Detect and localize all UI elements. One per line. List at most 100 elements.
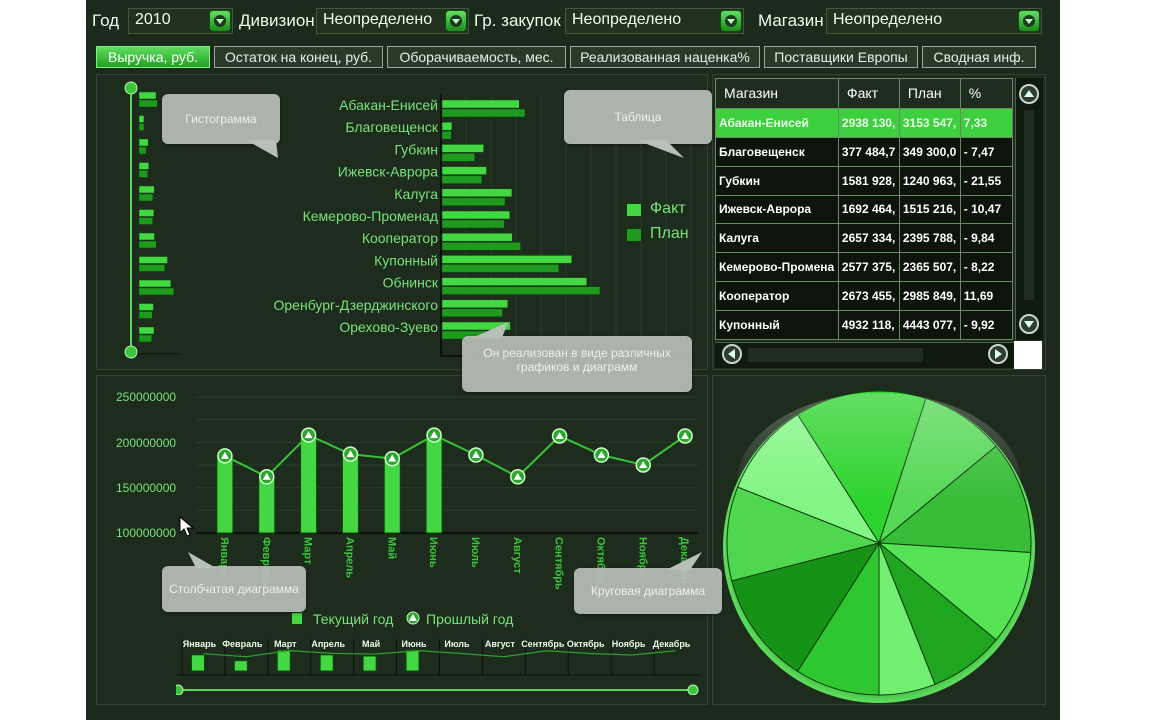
callout-text: Он реализован в виде различных графиков … [483,346,671,374]
mini-bar [138,279,172,288]
cell: Благовещенск [715,136,839,167]
tab-summary[interactable]: Сводная инф. [922,46,1036,68]
cell: - 7,47 [959,136,1014,167]
bar-current-year [300,437,318,534]
bar-fact [441,166,487,175]
cell: 1240 963, [898,165,961,196]
bar-plan [441,197,506,207]
division-value: Неопределено [323,11,433,28]
bar-plan [441,264,560,273]
mini-bar [138,162,150,170]
division-combo[interactable]: Неопределено [316,8,469,34]
bar-current-year [341,455,359,534]
table-row[interactable]: Губкин 1581 928, 1240 963, - 21,55 [715,165,1014,196]
callout-text: Столбчатая диаграмма [169,582,299,596]
year-value: 2010 [135,11,171,28]
bar-plan [441,286,601,295]
mini-bar [138,115,145,123]
cell: 1581 928, [837,165,900,196]
bar-current-year [216,455,234,534]
legend-current-year-label: Текущий год [313,611,394,627]
month-label: Апрель [343,537,355,578]
mini-bar [233,660,248,672]
mini-bar [405,649,420,672]
cell: Кооператор [715,281,839,312]
cell: 1692 464, [837,194,900,225]
tab-stock-end[interactable]: Остаток на конец, руб. [214,46,383,68]
bar-plan [441,175,483,184]
table-row[interactable]: Кооператор 2673 455, 2985 849, 11,69 [715,281,1014,312]
table-row[interactable]: Кемерово-Промена 2577 375, 2365 507, - 8,22 [715,252,1014,283]
store-combo[interactable]: Неопределено [826,8,1042,34]
tab-turnover[interactable]: Оборачиваемость, мес. [387,46,566,68]
mini-bar [138,146,147,155]
cell: 2577 375, [837,252,900,283]
tab-europe-suppliers[interactable]: Поставщики Европы [764,46,918,68]
column-header-percent[interactable]: % [959,78,1014,109]
scroll-left-icon[interactable] [722,344,742,364]
bar-plan [441,153,475,162]
category-label: Кооператор [362,230,438,246]
mini-bar [138,209,155,217]
stores-table: Магазин Факт План % Абакан-Енисей 2938 13… [715,78,1014,340]
month-label: Март [302,537,314,565]
cell: 2673 455, [837,281,900,312]
cell: - 8,22 [959,252,1014,283]
navigator-handle-icon[interactable] [176,684,184,695]
table-row[interactable]: Благовещенск 377 484,7 349 300,0- 7,47 [715,136,1014,167]
mini-bar [138,256,168,264]
dropdown-arrow-icon[interactable] [445,10,467,32]
store-label: Магазин [758,11,824,30]
navigator-handle-icon[interactable] [124,345,138,359]
mini-month-label: Июль [444,639,470,649]
year-label: Год [92,11,120,30]
month-label: Июль [469,537,481,568]
mini-bar [138,99,158,108]
tab-revenue[interactable]: Выручка, руб. [96,46,210,68]
column-header-store[interactable]: Магазин [715,78,839,109]
cell: - 9,84 [959,223,1014,254]
purchase-group-label: Гр. закупок [474,11,561,30]
tab-markup[interactable]: Реализованная наценка% [570,46,760,68]
table-row[interactable]: Купонный 4932 118, 4443 077, - 9,92 [715,310,1014,340]
bar-fact [441,299,509,309]
mini-month-label: Декабрь [653,639,691,649]
cell: 4443 077, [898,310,961,340]
table-row[interactable]: Абакан-Енисей 2938 130, 3153 547, 7,33 [715,107,1014,138]
purchase-group-combo[interactable]: Неопределено [565,8,744,34]
table-hscroll-thumb[interactable] [748,348,923,362]
bar-fact [441,232,513,242]
table-row[interactable]: Ижевск-Аврора 1692 464, 1515 216, - 10,47 [715,194,1014,225]
dropdown-arrow-icon[interactable] [720,10,742,32]
bar-current-year [258,478,276,534]
line-last-year [224,433,686,479]
scroll-corner [1014,341,1042,369]
month-label: Август [511,537,523,574]
column-header-plan[interactable]: План [898,78,961,109]
table-row[interactable]: Калуга 2657 334, 2395 788, - 9,84 [715,223,1014,254]
pie-gloss [737,393,1021,573]
callout-pointer [666,552,702,570]
scroll-right-icon[interactable] [988,344,1008,364]
callout-pointer [636,140,684,158]
bar-plan [441,241,521,251]
cell: - 10,47 [959,194,1014,225]
table-scroll-thumb[interactable] [1024,110,1034,300]
navigator-handle-icon[interactable] [687,684,699,695]
bar-fact [441,188,513,198]
category-label: Орехово-Зуево [339,319,438,335]
column-header-fact[interactable]: Факт [837,78,900,109]
scroll-up-icon[interactable] [1019,84,1039,104]
navigator-handle-icon[interactable] [124,81,138,95]
dropdown-arrow-icon[interactable] [209,10,231,32]
mini-month-label: Апрель [311,639,345,649]
year-combo[interactable]: 2010 [128,8,233,34]
bar-plan [441,108,526,118]
cell: 2938 130, [837,107,900,138]
callout-histogram: Гистограмма [162,94,280,144]
mini-month-label: Июнь [401,639,427,649]
range-navigator[interactable]: Январь Февраль Март Апрель Май Июнь Июль Август… [176,635,706,695]
scroll-down-icon[interactable] [1019,314,1039,334]
dropdown-arrow-icon[interactable] [1018,10,1040,32]
month-label: Июнь [427,537,439,568]
